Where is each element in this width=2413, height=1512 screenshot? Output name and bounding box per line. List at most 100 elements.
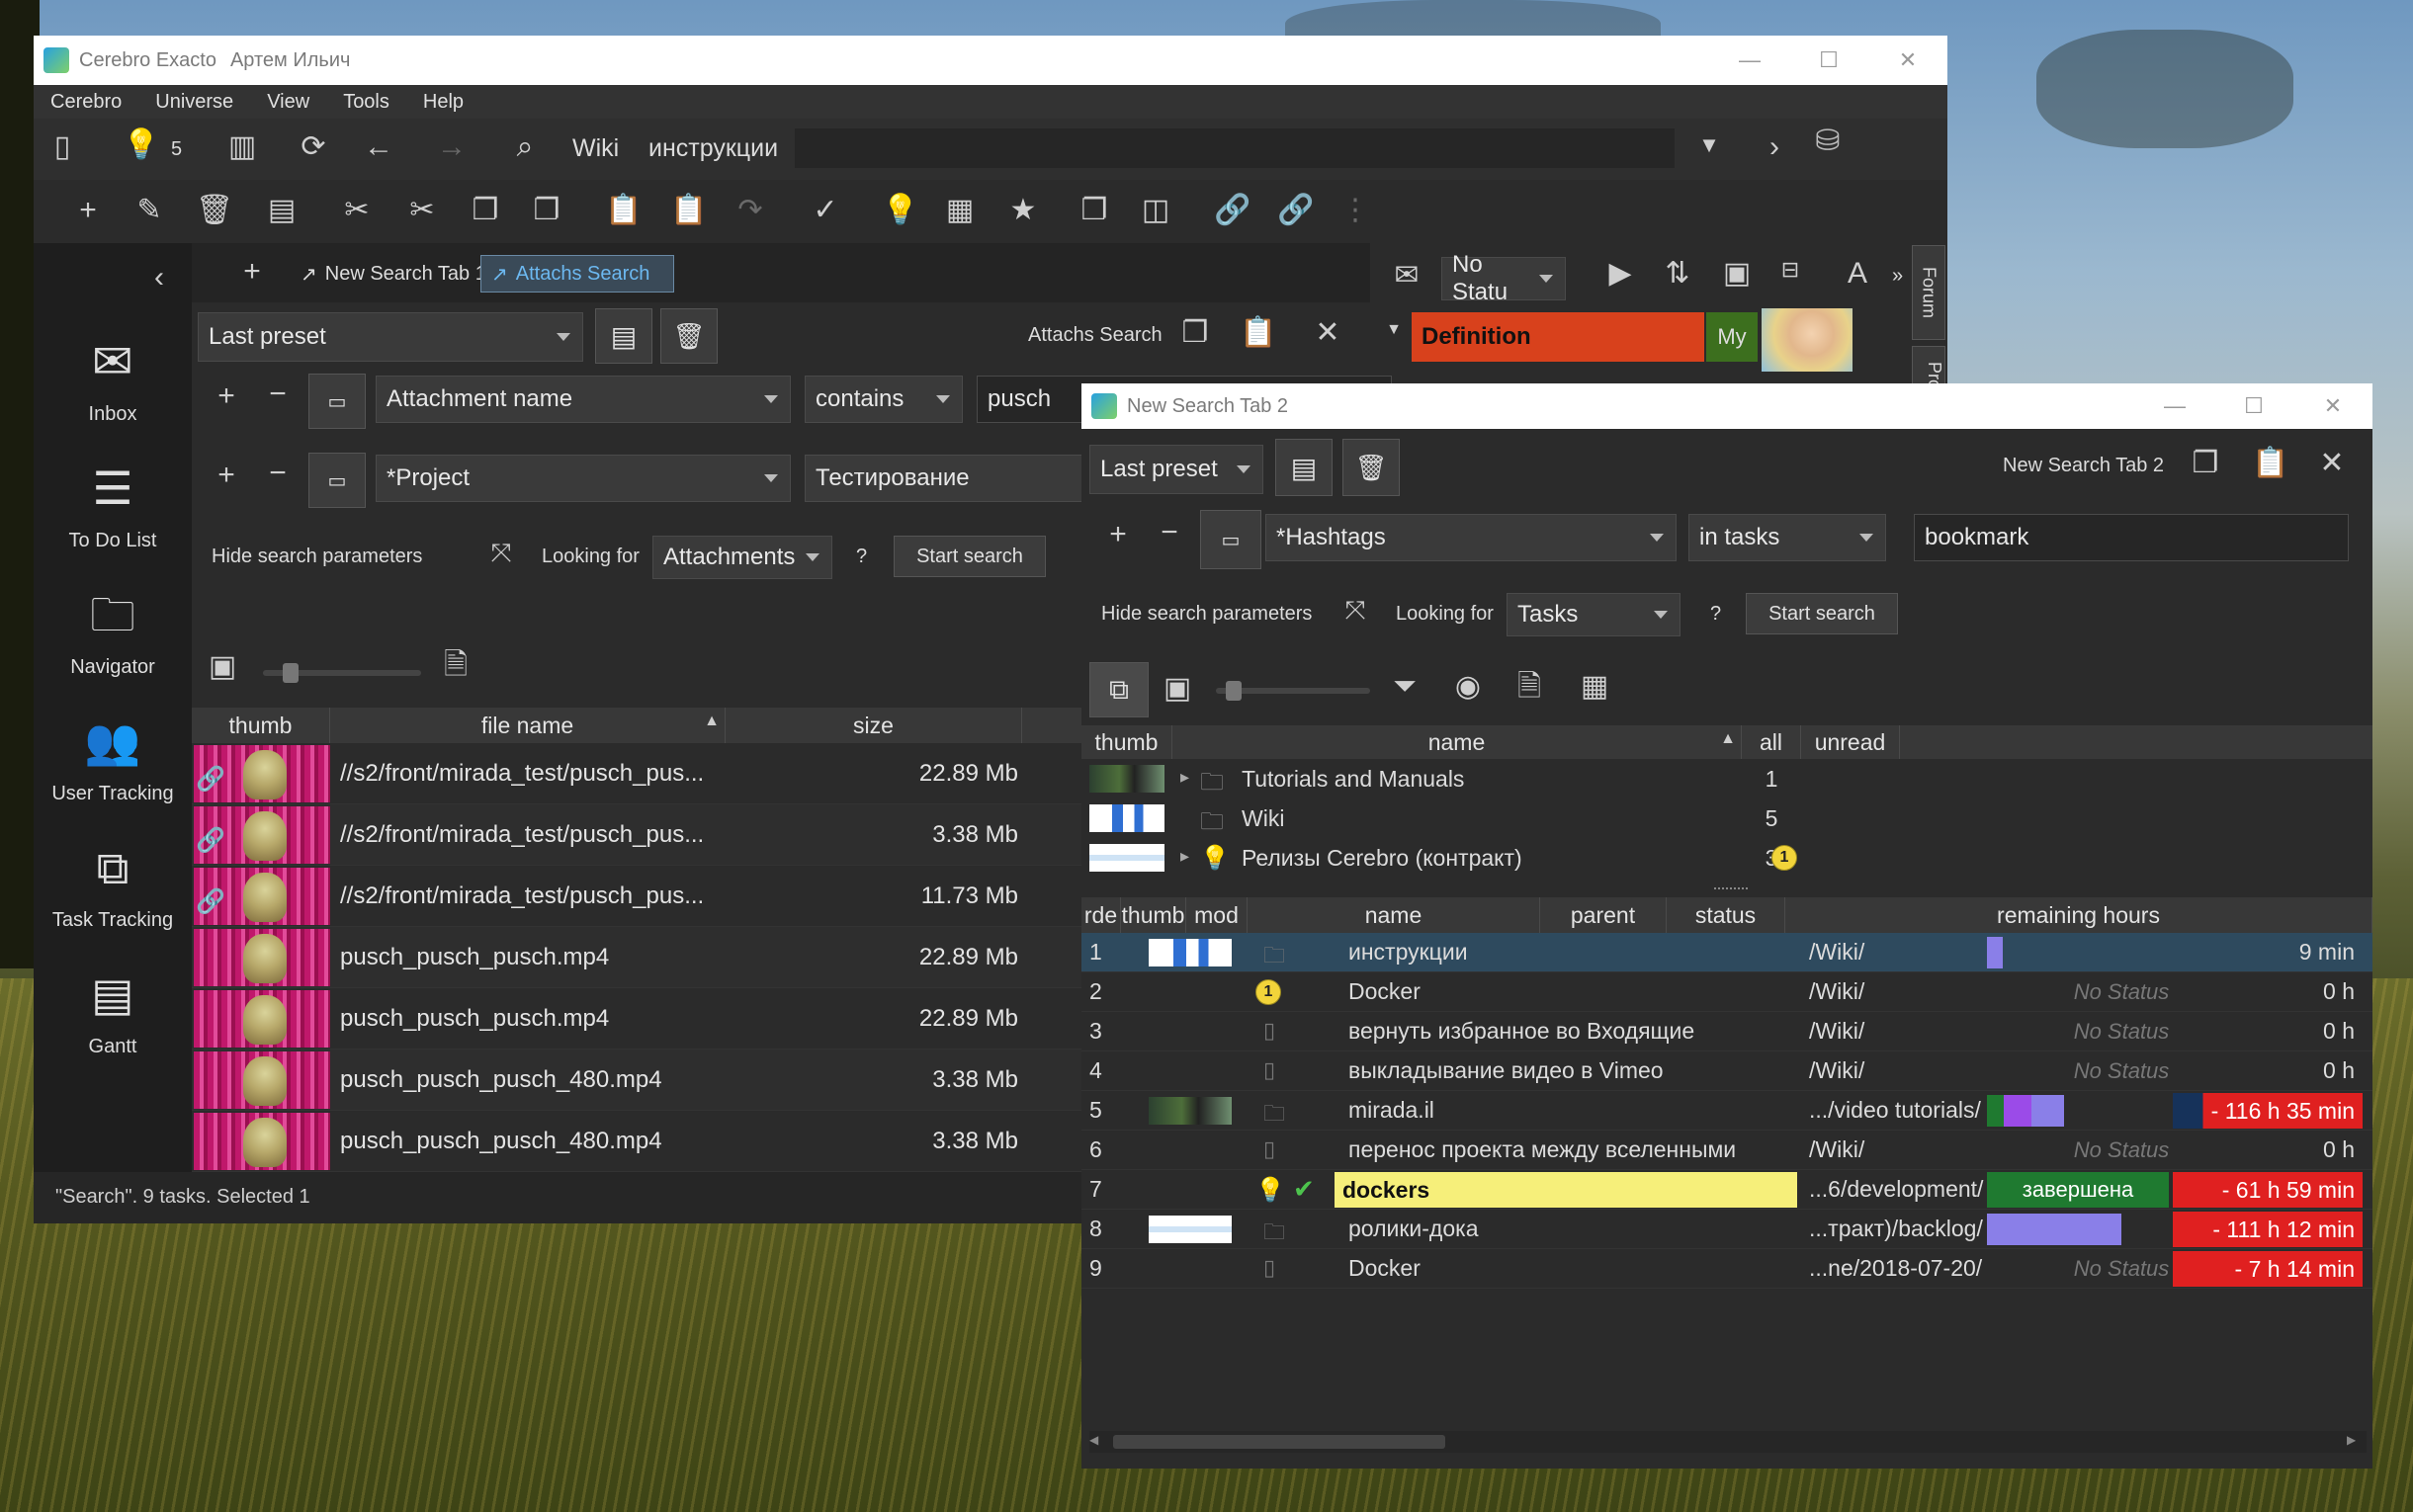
link-icon[interactable]: 🔗	[1214, 196, 1250, 225]
chevron-down-icon[interactable]: ▼	[1694, 134, 1724, 156]
unlink-icon[interactable]: 🔗	[1277, 196, 1314, 225]
help-link[interactable]: ?	[856, 546, 867, 568]
thumbnail-icon[interactable]: ▣	[206, 652, 239, 682]
breadcrumb-wiki[interactable]: Wiki	[572, 134, 619, 163]
menu-help[interactable]: Help	[406, 91, 480, 114]
criterion-op-select[interactable]: in tasks	[1688, 514, 1886, 561]
sidebar-item-todo[interactable]: ☰ To Do List	[34, 459, 192, 552]
group-row[interactable]: 🗀 Wiki 5	[1081, 798, 2372, 838]
copy-tasks-icon[interactable]: ▤	[267, 196, 297, 225]
more-tabs-icon[interactable]: »	[1892, 265, 1903, 288]
sidebar-item-gantt[interactable]: ▤ Gantt	[34, 965, 192, 1058]
remove-criterion-icon[interactable]: −	[1155, 518, 1184, 547]
report-icon[interactable]: ▦	[945, 196, 975, 225]
col-size[interactable]: size	[726, 708, 1022, 743]
close-panel-icon[interactable]: ✕	[2317, 449, 2347, 478]
col-status[interactable]: status	[1667, 897, 1785, 933]
delete-preset-button[interactable]: 🗑	[660, 308, 718, 364]
maximize-button[interactable]: ☐	[1789, 36, 1868, 85]
col-unread[interactable]: unread	[1801, 725, 1900, 759]
criterion-field-select[interactable]: *Hashtags	[1265, 514, 1677, 561]
trash-icon[interactable]: 🗑	[196, 196, 233, 225]
table-row[interactable]: 9 ▯ Docker ...ne/2018-07-20/No Status - 7 h …	[1081, 1249, 2372, 1289]
horizontal-scrollbar[interactable]: ◀ ▶	[1089, 1431, 2367, 1453]
criterion-toggle-button[interactable]: ▭	[308, 453, 366, 508]
star-icon[interactable]: ★	[1008, 196, 1038, 225]
breadcrumb-instructions[interactable]: инструкции	[648, 134, 778, 163]
table-row[interactable]: 6 ▯ перенос проекта между вселенными/Wiki/…	[1081, 1131, 2372, 1170]
table-row[interactable]: 2 1 Docker/Wiki/No Status 0 h	[1081, 972, 2372, 1012]
paste-icon[interactable]: 📋	[605, 196, 642, 225]
copy-icon[interactable]: ❐	[2191, 449, 2220, 478]
my-tab[interactable]: My	[1706, 312, 1758, 362]
save-preset-button[interactable]: ▤	[1275, 439, 1333, 496]
cut-icon[interactable]: ✂	[342, 196, 372, 225]
thumb-size-slider[interactable]	[1216, 681, 1370, 701]
scroll-thumb[interactable]	[1113, 1435, 1445, 1449]
col-name[interactable]: name	[1172, 725, 1742, 759]
criterion-value-input[interactable]: bookmark	[1914, 514, 2349, 561]
table-row[interactable]: 7 💡 ✔ dockers ...6/development/завершена - 61…	[1081, 1170, 2372, 1210]
duplicate-icon[interactable]: ❐	[1079, 196, 1109, 225]
edit-icon[interactable]: ✎	[134, 196, 164, 225]
remove-criterion-icon[interactable]: −	[263, 459, 293, 488]
film-icon[interactable]: ▣	[1722, 259, 1752, 289]
criterion-toggle-button[interactable]: ▭	[1200, 510, 1261, 569]
mail-icon[interactable]: ✉	[1390, 261, 1423, 291]
menu-view[interactable]: View	[250, 91, 326, 114]
chevron-right-icon[interactable]: ›	[1760, 132, 1789, 162]
forum-side-tab[interactable]: Forum	[1912, 245, 1945, 340]
definition-tab[interactable]: Definition	[1412, 312, 1704, 362]
redo-icon[interactable]: ↷	[735, 196, 765, 225]
eye-icon[interactable]: ◉	[1453, 672, 1483, 702]
delete-preset-button[interactable]: 🗑	[1342, 439, 1400, 496]
export-xls-icon[interactable]: 🗎	[441, 650, 471, 680]
looking-for-select[interactable]: Attachments	[652, 536, 832, 579]
tab-new-search-1[interactable]: ↗ New Search Tab 1	[301, 257, 486, 291]
maximize-button[interactable]: ☐	[2214, 383, 2293, 429]
start-search-button[interactable]: Start search	[1746, 593, 1898, 634]
more-icon[interactable]: ⋮	[1340, 196, 1370, 225]
pin-icon[interactable]: ▯	[47, 132, 77, 162]
add-criterion-icon[interactable]: +	[212, 461, 241, 490]
criterion-toggle-button[interactable]: ▭	[308, 374, 366, 429]
table-row[interactable]: 8 🗀 ролики-дока ...тракт)/backlog/ - 111 h 1…	[1081, 1210, 2372, 1249]
group-row[interactable]: ▸ 🗀 Tutorials and Manuals 1	[1081, 759, 2372, 798]
paste-icon[interactable]: 📋	[2252, 449, 2288, 478]
new-tab-icon[interactable]: +	[237, 257, 267, 287]
copy-link-icon[interactable]: ❐	[532, 196, 561, 225]
start-search-button[interactable]: Start search	[894, 536, 1046, 577]
thumb-size-slider[interactable]	[263, 663, 421, 683]
scroll-right-icon[interactable]: ▶	[2347, 1433, 2365, 1451]
play-icon[interactable]: ▶	[1605, 259, 1635, 289]
bulb-icon[interactable]: 💡	[123, 130, 159, 160]
grid-icon[interactable]: ▦	[1580, 672, 1609, 702]
expand-icon[interactable]: ▸	[1180, 767, 1189, 788]
group-view-button[interactable]: ⧉	[1089, 662, 1149, 717]
col-thumb[interactable]: thumb	[1081, 725, 1172, 759]
save-preset-button[interactable]: ▤	[595, 308, 652, 364]
add-icon[interactable]: +	[73, 196, 103, 225]
tab-attachs-search[interactable]: ↗ Attachs Search	[480, 255, 674, 293]
col-order[interactable]: rde	[1081, 897, 1121, 933]
menu-tools[interactable]: Tools	[326, 91, 406, 114]
database-icon[interactable]: ⛁	[1813, 126, 1843, 156]
sidebar-item-inbox[interactable]: ✉ Inbox	[34, 332, 192, 426]
table-row[interactable]: 3 ▯ вернуть избранное во Входящие/Wiki/No …	[1081, 1012, 2372, 1051]
table-row[interactable]: 4 ▯ выкладывание видео в Vimeo/Wiki/No Sta…	[1081, 1051, 2372, 1091]
collapse-params-icon[interactable]: ⤧	[486, 540, 516, 565]
expand-icon[interactable]: ▸	[1180, 846, 1189, 867]
minimize-button[interactable]: —	[1710, 36, 1789, 85]
copy-icon[interactable]: ❐	[471, 196, 500, 225]
hide-params-link[interactable]: Hide search parameters	[1101, 603, 1312, 626]
close-button[interactable]: ✕	[1868, 36, 1947, 85]
status-select[interactable]: No Statu	[1441, 251, 1566, 305]
thumbnail-icon[interactable]: ▣	[1161, 674, 1194, 704]
split-icon[interactable]: ◫	[1141, 196, 1170, 225]
col-thumb[interactable]: thumb	[192, 708, 330, 743]
bulb-outline-icon[interactable]: 💡	[882, 196, 918, 225]
export-xls-icon[interactable]: 🗎	[1514, 672, 1544, 702]
font-size-icon[interactable]: A	[1843, 259, 1872, 289]
preset-select[interactable]: Last preset	[1089, 445, 1263, 494]
col-name[interactable]: name	[1248, 897, 1540, 933]
